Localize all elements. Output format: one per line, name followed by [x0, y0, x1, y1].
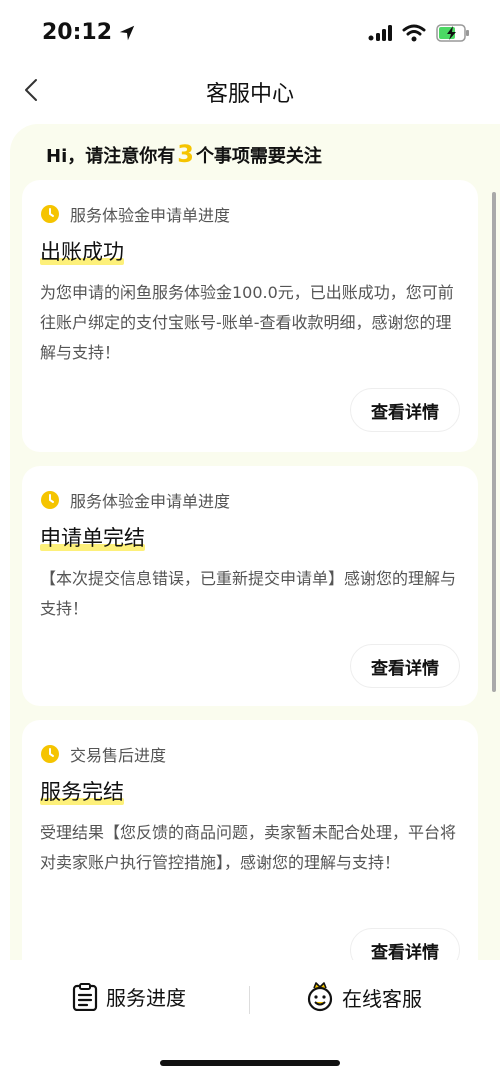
card-title: 服务完结 [40, 776, 124, 806]
progress-card: 服务体验金申请单进度 出账成功 为您申请的闲鱼服务体验金100.0元，已出账成功… [22, 180, 478, 452]
card-body: 受理结果【您反馈的商品问题，卖家暂未配合处理，平台将对卖家账户执行管控措施】，感… [40, 823, 457, 872]
battery-charging-icon [436, 24, 469, 42]
scrollbar[interactable] [492, 192, 496, 692]
card-title: 申请单完结 [40, 522, 145, 552]
home-indicator[interactable] [160, 1060, 340, 1066]
signal-icon [368, 25, 392, 41]
card-category: 服务体验金申请单进度 [70, 492, 231, 511]
service-progress-label: 服务进度 [106, 986, 186, 1010]
view-details-button[interactable]: 查看详情 [350, 928, 460, 960]
status-bar: 20:12 [0, 0, 500, 62]
notice-banner: Hi，请注意你有 3 个事项需要关注 [46, 140, 322, 168]
card-header: 交易售后进度 [40, 742, 166, 766]
card-body: 【本次提交信息错误，已重新提交申请单】感谢您的理解与支持！ [40, 569, 457, 618]
notice-suffix: 个事项需要关注 [195, 146, 322, 167]
clipboard-list-icon [72, 982, 98, 1011]
card-title-text: 申请单完结 [40, 522, 145, 552]
progress-card: 交易售后进度 服务完结 受理结果【您反馈的商品问题，卖家暂未配合处理，平台将对卖… [22, 720, 478, 960]
card-body: 为您申请的闲鱼服务体验金100.0元，已出账成功，您可前往账户绑定的支付宝账号-… [40, 283, 454, 362]
card-list[interactable]: 服务体验金申请单进度 出账成功 为您申请的闲鱼服务体验金100.0元，已出账成功… [22, 180, 478, 960]
card-title: 出账成功 [40, 236, 124, 266]
notice-prefix: Hi，请注意你有 [46, 146, 176, 167]
clock-icon [41, 745, 59, 763]
page-title: 客服中心 [205, 82, 294, 107]
progress-card: 服务体验金申请单进度 申请单完结 【本次提交信息错误，已重新提交申请单】感谢您的… [22, 466, 478, 706]
divider [249, 986, 250, 1014]
card-header: 服务体验金申请单进度 [40, 488, 230, 512]
status-time: 20:12 [42, 20, 136, 45]
online-service-label: 在线客服 [342, 986, 422, 1011]
bottom-bar: 服务进度 在线客服 [0, 960, 500, 1068]
card-category: 服务体验金申请单进度 [70, 206, 231, 225]
card-category: 交易售后进度 [70, 746, 167, 765]
clock-icon [41, 491, 59, 509]
view-details-button[interactable]: 查看详情 [350, 388, 460, 432]
card-title-text: 服务完结 [40, 776, 124, 806]
service-progress-button[interactable]: 服务进度 [72, 982, 186, 1011]
clock-icon [41, 205, 59, 223]
card-header: 服务体验金申请单进度 [40, 202, 230, 226]
clock-time: 20:12 [42, 20, 113, 45]
wifi-icon [402, 24, 426, 42]
location-arrow-icon [119, 25, 135, 40]
nav-bar: 客服中心 [0, 62, 500, 118]
card-title-text: 出账成功 [40, 236, 124, 266]
view-details-button[interactable]: 查看详情 [350, 644, 460, 688]
notice-count: 3 [177, 140, 194, 168]
online-service-button[interactable]: 在线客服 [306, 982, 422, 1012]
customer-service-avatar-icon [307, 982, 333, 1012]
status-icons [368, 24, 470, 42]
